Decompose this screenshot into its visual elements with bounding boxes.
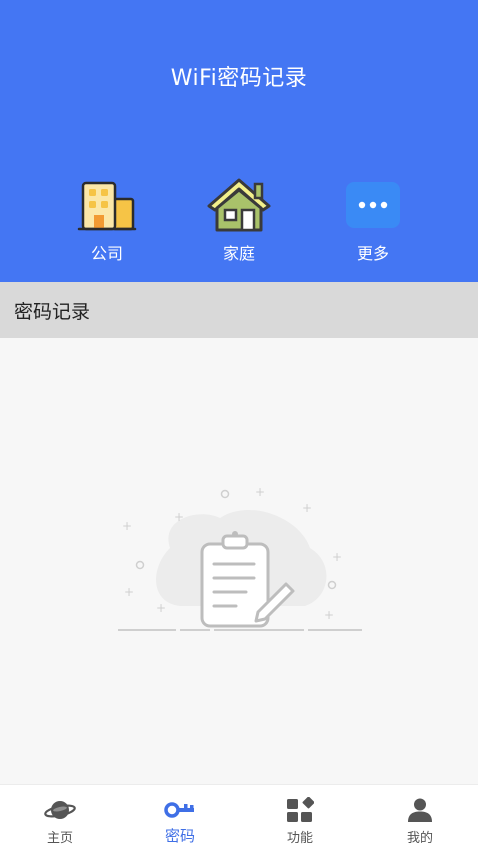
tab-mine[interactable]: 我的 (360, 785, 478, 850)
tab-functions-label: 功能 (286, 831, 313, 846)
password-list-area: + + + + + + + + (0, 338, 478, 784)
office-building-icon (52, 176, 162, 234)
planet-icon (0, 795, 120, 825)
svg-text:+: + (174, 510, 184, 524)
svg-text:+: + (124, 585, 134, 599)
tab-mine-label: 我的 (406, 831, 433, 846)
tab-functions[interactable]: 功能 (240, 785, 360, 850)
more-dots-icon (318, 176, 428, 234)
house-icon (184, 176, 294, 234)
page-title: WiFi密码记录 (170, 66, 308, 91)
category-home-button[interactable]: 家庭 (184, 176, 294, 264)
svg-text:+: + (156, 601, 166, 615)
header: WiFi密码记录 公司 家庭 更多 (0, 0, 478, 282)
section-header: 密码记录 (0, 282, 478, 338)
svg-text:+: + (255, 485, 265, 499)
section-title: 密码记录 (14, 301, 91, 323)
category-more-button[interactable]: 更多 (318, 176, 428, 264)
svg-text:+: + (332, 550, 342, 564)
bottom-tab-bar: 主页 密码 功能 我的 (0, 784, 478, 850)
svg-text:+: + (324, 608, 334, 622)
category-company-button[interactable]: 公司 (52, 176, 162, 264)
grid-icon (240, 795, 360, 825)
category-more-label: 更多 (356, 244, 389, 263)
tab-home[interactable]: 主页 (0, 785, 120, 850)
person-icon (360, 795, 478, 825)
clipboard-empty-icon: + + + + + + + + (110, 478, 370, 642)
category-home-label: 家庭 (222, 244, 255, 263)
tab-home-label: 主页 (46, 831, 73, 846)
tab-password-label: 密码 (164, 827, 195, 845)
tab-password[interactable]: 密码 (120, 785, 240, 850)
category-company-label: 公司 (90, 244, 123, 263)
svg-text:+: + (122, 519, 132, 533)
key-icon (120, 795, 240, 825)
svg-text:+: + (302, 501, 312, 515)
